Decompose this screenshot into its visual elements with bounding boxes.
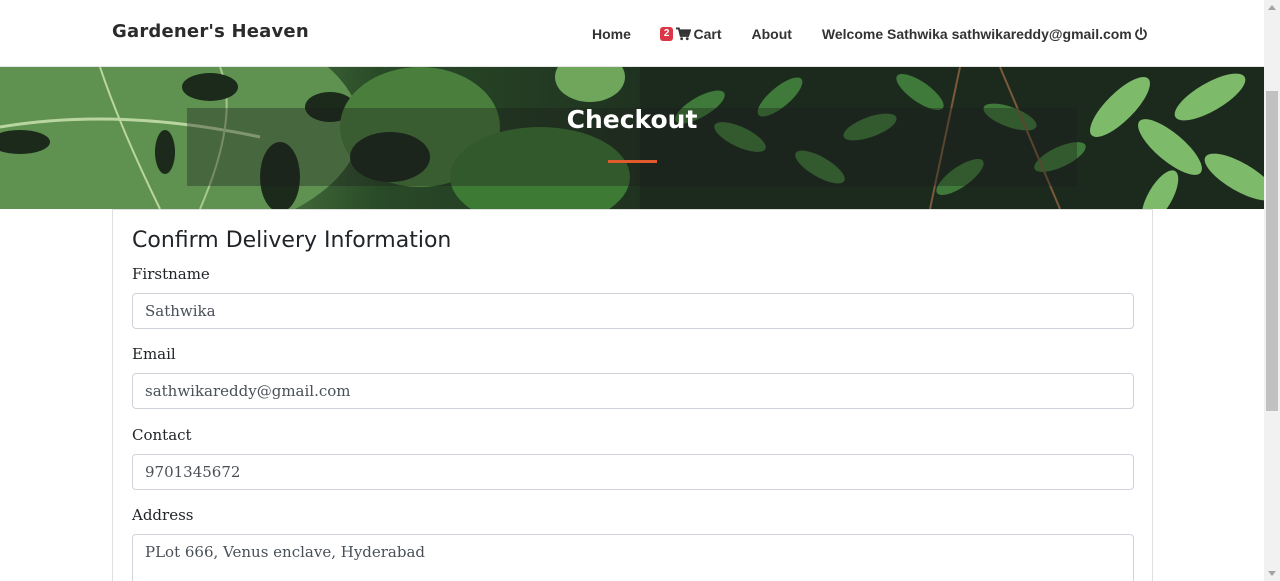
nav-cart-label: Cart <box>693 25 722 42</box>
cart-icon <box>676 26 692 40</box>
nav-home-link[interactable]: Home <box>592 26 631 42</box>
scroll-down-icon[interactable] <box>1268 571 1276 576</box>
nav-user-logout[interactable]: Welcome Sathwika sathwikareddy@gmail.com <box>822 26 1148 42</box>
nav-about-link[interactable]: About <box>751 26 791 42</box>
scroll-up-icon[interactable] <box>1268 5 1276 10</box>
hero-banner: Checkout <box>0 67 1264 209</box>
brand-logo[interactable]: Gardener's Heaven <box>112 21 309 42</box>
email-label: Email <box>132 345 176 363</box>
scroll-thumb[interactable] <box>1266 91 1278 411</box>
nav-links: Home 2 Cart About Welcome Sathwika sathw… <box>592 0 1148 67</box>
form-title: Confirm Delivery Information <box>132 228 452 253</box>
title-underline <box>608 160 657 163</box>
page-title: Checkout <box>566 105 698 134</box>
email-input[interactable]: sathwikareddy@gmail.com <box>132 373 1134 409</box>
power-icon <box>1134 26 1147 40</box>
contact-label: Contact <box>132 426 192 444</box>
firstname-input[interactable]: Sathwika <box>132 293 1134 329</box>
firstname-label: Firstname <box>132 265 210 283</box>
top-navbar: Gardener's Heaven Home 2 Cart About Welc… <box>0 0 1264 67</box>
page-scrollbar[interactable] <box>1264 0 1280 581</box>
nav-cart-link[interactable]: 2 Cart <box>659 25 722 42</box>
delivery-form-card: Confirm Delivery Information Firstname S… <box>112 209 1153 581</box>
contact-input[interactable]: 9701345672 <box>132 454 1134 490</box>
address-textarea[interactable]: PLot 666, Venus enclave, Hyderabad <box>132 534 1134 581</box>
welcome-text: Welcome Sathwika sathwikareddy@gmail.com <box>821 25 1132 42</box>
cart-count-badge: 2 <box>659 26 674 41</box>
address-label: Address <box>132 506 194 524</box>
